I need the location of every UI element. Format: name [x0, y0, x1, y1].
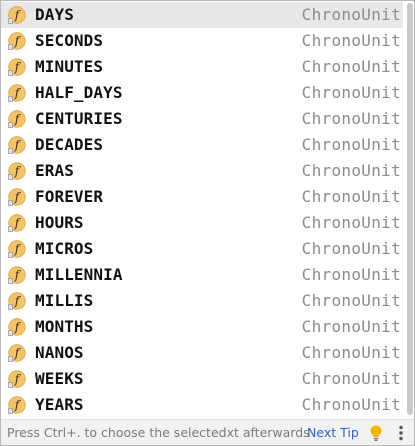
field-icon: f	[8, 32, 26, 50]
field-icon: f	[8, 188, 26, 206]
completion-item-type: ChronoUnit	[301, 187, 401, 206]
completion-item[interactable]: f FOREVER ChronoUnit	[1, 184, 403, 210]
completion-item[interactable]: f DECADES ChronoUnit	[1, 132, 403, 158]
completion-item-name: HOURS	[35, 213, 84, 232]
completion-item-name: SECONDS	[35, 31, 104, 50]
completion-item[interactable]: f MICROS ChronoUnit	[1, 236, 403, 262]
completion-item[interactable]: f MONTHS ChronoUnit	[1, 314, 403, 340]
completion-item[interactable]: f WEEKS ChronoUnit	[1, 366, 403, 392]
completion-item[interactable]: f YEARS ChronoUnit	[1, 392, 403, 418]
completion-item-type: ChronoUnit	[301, 31, 401, 50]
field-icon: f	[8, 266, 26, 284]
completion-item-type: ChronoUnit	[301, 239, 401, 258]
completion-item-name: CENTURIES	[35, 109, 123, 128]
field-icon: f	[8, 6, 26, 24]
scrollbar-thumb[interactable]	[407, 3, 413, 415]
completion-item-type: ChronoUnit	[301, 83, 401, 102]
completion-item[interactable]: f MINUTES ChronoUnit	[1, 54, 403, 80]
field-icon: f	[8, 370, 26, 388]
completion-item-type: ChronoUnit	[301, 213, 401, 232]
completion-item[interactable]: f MILLENNIA ChronoUnit	[1, 262, 403, 288]
completion-item-name: DAYS	[35, 5, 74, 24]
field-icon: f	[8, 58, 26, 76]
completion-item-type: ChronoUnit	[301, 57, 401, 76]
completion-item-name: MINUTES	[35, 57, 104, 76]
completion-item-type: ChronoUnit	[301, 265, 401, 284]
completion-item-name: YEARS	[35, 395, 84, 414]
completion-item[interactable]: f NANOS ChronoUnit	[1, 340, 403, 366]
completion-item-type: ChronoUnit	[301, 135, 401, 154]
completion-item[interactable]: f CENTURIES ChronoUnit	[1, 106, 403, 132]
completion-item-name: ERAS	[35, 161, 74, 180]
next-tip-link[interactable]: Next Tip	[307, 425, 359, 440]
completion-list: f DAYS ChronoUnit f SECONDS ChronoUnit f MINUTE…	[1, 2, 403, 418]
completion-item-name: WEEKS	[35, 369, 84, 388]
field-icon: f	[8, 396, 26, 414]
completion-item-name: MILLIS	[35, 291, 94, 310]
completion-item-type: ChronoUnit	[301, 161, 401, 180]
completion-item-type: ChronoUnit	[301, 395, 401, 414]
completion-item-type: ChronoUnit	[301, 291, 401, 310]
field-icon: f	[8, 84, 26, 102]
popup-footer: Press Ctrl+. to choose the selectedxt af…	[1, 419, 414, 445]
field-icon: f	[8, 110, 26, 128]
completion-item-name: HALF_DAYS	[35, 83, 123, 102]
field-icon: f	[8, 136, 26, 154]
footer-hint: Press Ctrl+. to choose the selectedxt af…	[7, 425, 310, 440]
field-icon: f	[8, 344, 26, 362]
completion-item-name: MONTHS	[35, 317, 94, 336]
completion-item-type: ChronoUnit	[301, 109, 401, 128]
field-icon: f	[8, 162, 26, 180]
field-icon: f	[8, 292, 26, 310]
scrollbar[interactable]	[404, 1, 414, 419]
completion-item[interactable]: f HOURS ChronoUnit	[1, 210, 403, 236]
completion-item-name: FOREVER	[35, 187, 104, 206]
completion-item-name: NANOS	[35, 343, 84, 362]
completion-item[interactable]: f HALF_DAYS ChronoUnit	[1, 80, 403, 106]
completion-item-name: DECADES	[35, 135, 104, 154]
completion-item-type: ChronoUnit	[301, 369, 401, 388]
completion-popup: f DAYS ChronoUnit f SECONDS ChronoUnit f MINUTE…	[0, 0, 415, 446]
completion-item[interactable]: f SECONDS ChronoUnit	[1, 28, 403, 54]
lightbulb-icon[interactable]	[368, 424, 384, 442]
completion-item-name: MICROS	[35, 239, 94, 258]
more-vertical-icon[interactable]	[396, 424, 406, 442]
completion-item-type: ChronoUnit	[301, 5, 401, 24]
completion-item[interactable]: f ERAS ChronoUnit	[1, 158, 403, 184]
completion-item[interactable]: f MILLIS ChronoUnit	[1, 288, 403, 314]
completion-item[interactable]: f DAYS ChronoUnit	[1, 2, 403, 28]
field-icon: f	[8, 240, 26, 258]
completion-item-type: ChronoUnit	[301, 317, 401, 336]
field-icon: f	[8, 318, 26, 336]
completion-item-type: ChronoUnit	[301, 343, 401, 362]
completion-item-name: MILLENNIA	[35, 265, 123, 284]
field-icon: f	[8, 214, 26, 232]
